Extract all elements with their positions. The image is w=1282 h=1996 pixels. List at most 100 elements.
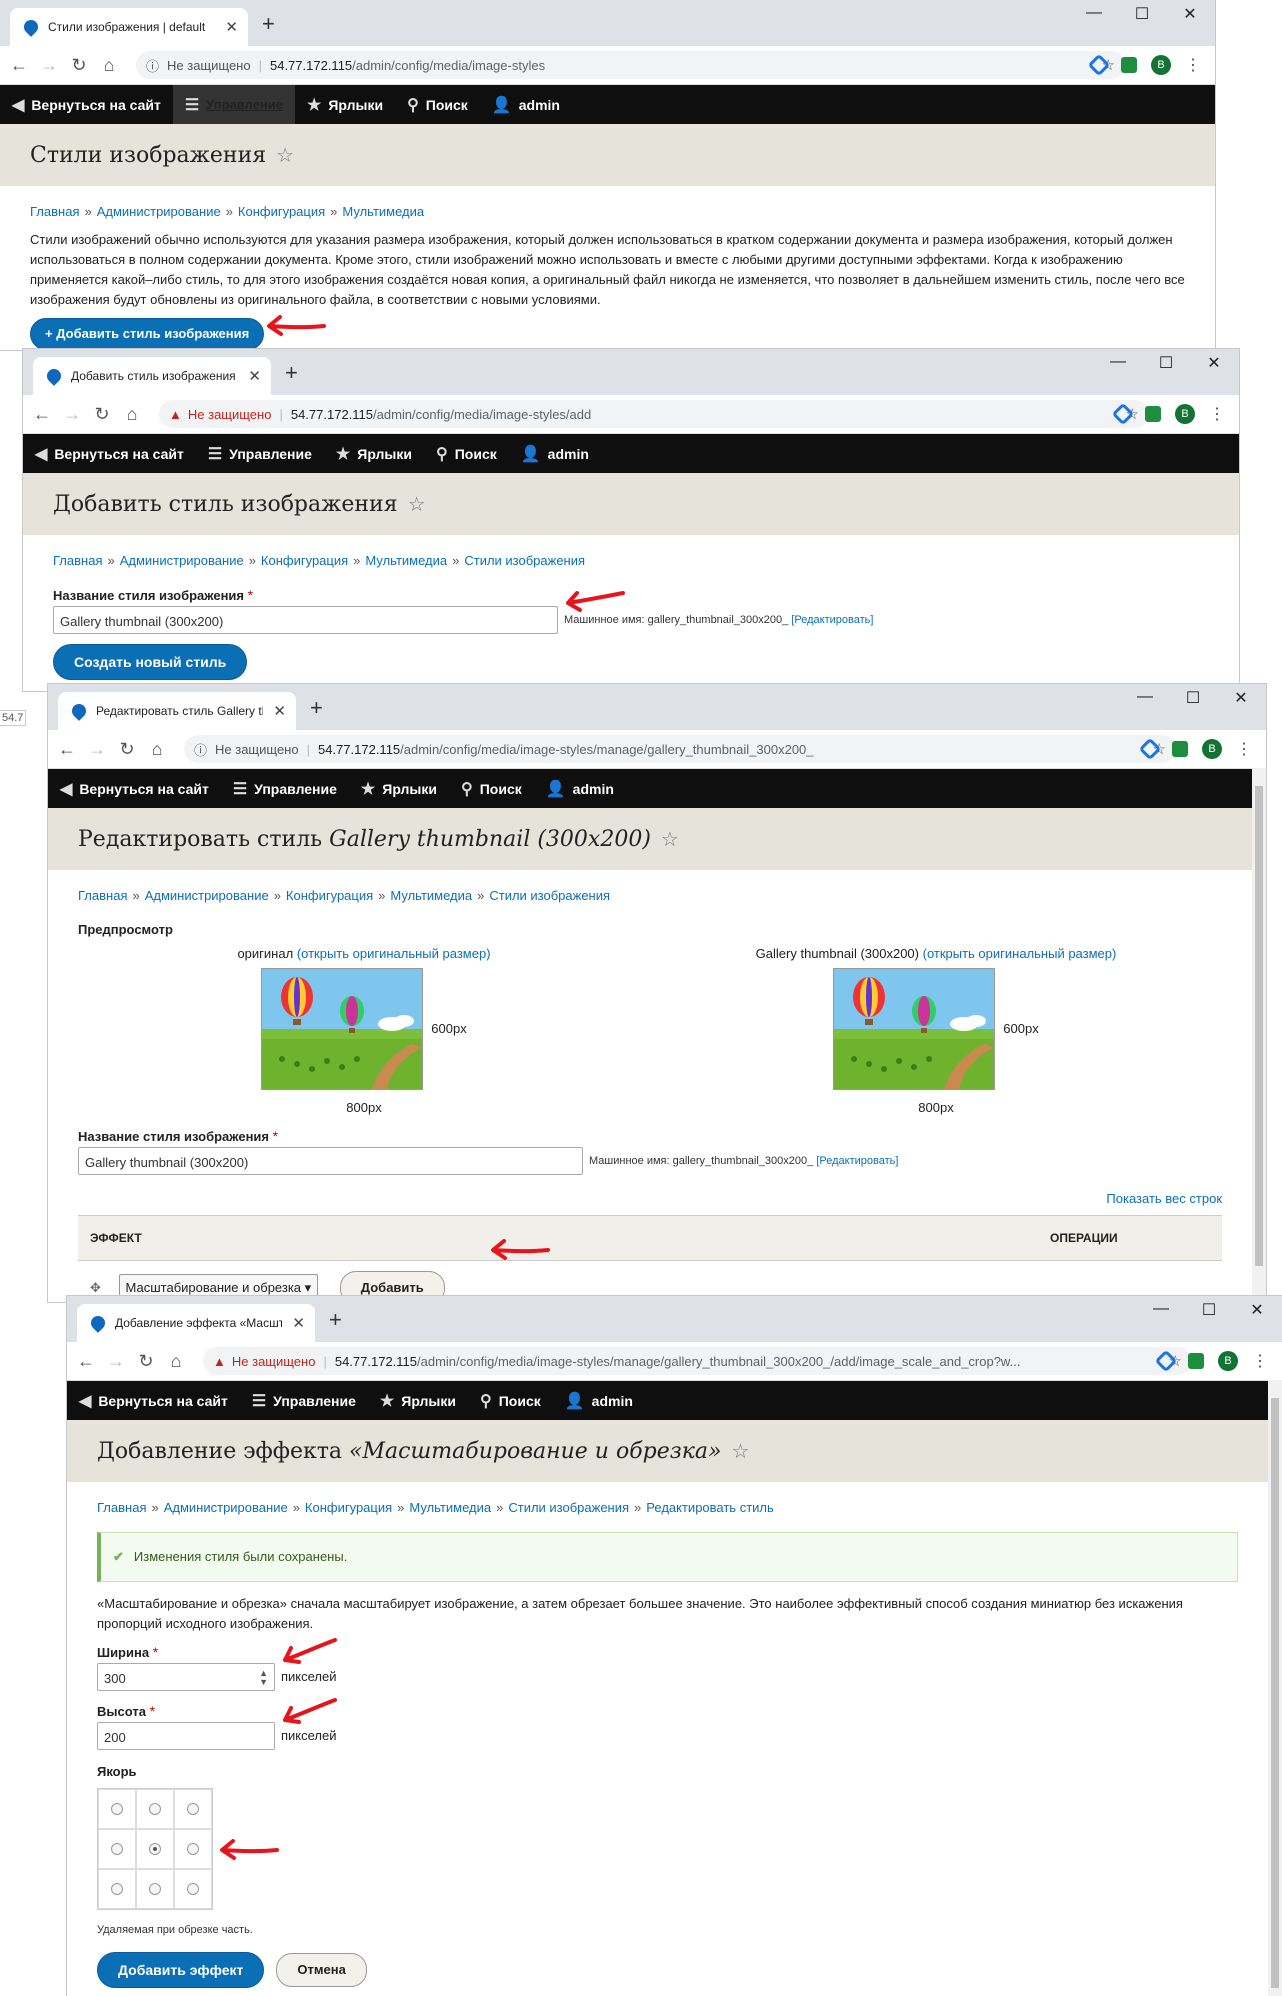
new-tab-icon[interactable]: + bbox=[329, 1307, 342, 1333]
favorite-star-icon[interactable]: ☆ bbox=[276, 143, 294, 167]
new-tab-icon[interactable]: + bbox=[310, 695, 323, 721]
toolbar-back-to-site[interactable]: ◀ Вернуться на сайт bbox=[0, 85, 173, 124]
back-icon[interactable]: ← bbox=[27, 404, 57, 425]
minimize-icon[interactable]: — bbox=[1150, 1300, 1172, 1320]
breadcrumb-home[interactable]: Главная bbox=[78, 888, 127, 903]
toolbar-shortcuts[interactable]: ★ Ярлыки bbox=[349, 769, 449, 808]
home-icon[interactable]: ⌂ bbox=[142, 739, 172, 760]
anchor-left-center-radio[interactable] bbox=[111, 1843, 123, 1855]
tab-close-icon[interactable]: ✕ bbox=[292, 1314, 305, 1332]
height-input[interactable]: 200 bbox=[97, 1722, 275, 1750]
warning-icon[interactable]: ▲ bbox=[213, 1354, 226, 1369]
favorite-star-icon[interactable]: ☆ bbox=[731, 1439, 749, 1463]
cancel-button[interactable]: Отмена bbox=[276, 1953, 367, 1987]
style-name-input[interactable]: Gallery thumbnail (300x200) bbox=[53, 606, 558, 634]
toolbar-back-to-site[interactable]: ◀ Вернуться на сайт bbox=[67, 1381, 240, 1420]
preview-image-thumbnail[interactable] bbox=[833, 968, 996, 1090]
minimize-icon[interactable]: — bbox=[1107, 353, 1129, 373]
back-icon[interactable]: ← bbox=[4, 55, 34, 76]
open-original-link[interactable]: (открыть оригинальный размер) bbox=[297, 946, 491, 961]
anchor-right-top-radio[interactable] bbox=[187, 1803, 199, 1815]
tab-close-icon[interactable]: ✕ bbox=[248, 367, 261, 385]
breadcrumb-admin[interactable]: Администрирование bbox=[120, 553, 244, 568]
breadcrumb-home[interactable]: Главная bbox=[97, 1500, 146, 1515]
warning-icon[interactable]: ▲ bbox=[169, 407, 182, 422]
toolbar-search[interactable]: ⚲ Поиск bbox=[449, 769, 534, 808]
spinner-icon[interactable]: ▲ ▼ bbox=[259, 1669, 268, 1687]
toolbar-search[interactable]: ⚲ Поиск bbox=[468, 1381, 553, 1420]
toolbar-manage[interactable]: ☰ Управление bbox=[221, 769, 349, 808]
anchor-right-bottom-radio[interactable] bbox=[187, 1883, 199, 1895]
favorite-star-icon[interactable]: ☆ bbox=[661, 827, 679, 851]
new-tab-icon[interactable]: + bbox=[262, 11, 275, 37]
breadcrumb-admin[interactable]: Администрирование bbox=[164, 1500, 288, 1515]
maximize-icon[interactable]: ☐ bbox=[1155, 353, 1177, 373]
favorite-star-icon[interactable]: ☆ bbox=[408, 492, 426, 516]
toolbar-shortcuts[interactable]: ★ Ярлыки bbox=[368, 1381, 468, 1420]
new-tab-icon[interactable]: + bbox=[285, 360, 298, 386]
breadcrumb-media[interactable]: Мультимедиа bbox=[365, 553, 447, 568]
forward-icon[interactable]: → bbox=[57, 404, 87, 425]
toolbar-user[interactable]: 👤 admin bbox=[534, 769, 626, 808]
breadcrumb-admin[interactable]: Администрирование bbox=[97, 204, 221, 219]
toolbar-user[interactable]: 👤 admin bbox=[509, 434, 601, 473]
forward-icon[interactable]: → bbox=[101, 1351, 131, 1372]
breadcrumb-config[interactable]: Конфигурация bbox=[305, 1500, 392, 1515]
extension-icon[interactable] bbox=[1138, 737, 1162, 761]
profile-avatar[interactable]: B bbox=[1218, 1351, 1238, 1371]
add-image-style-button[interactable]: + Добавить стиль изображения bbox=[30, 318, 265, 350]
add-effect-submit-button[interactable]: Добавить эффект bbox=[97, 1952, 265, 1988]
close-window-icon[interactable]: ✕ bbox=[1179, 4, 1201, 24]
info-icon[interactable]: ⓘ bbox=[194, 740, 207, 759]
breadcrumb-home[interactable]: Главная bbox=[30, 204, 79, 219]
toolbar-user[interactable]: 👤 admin bbox=[480, 85, 572, 124]
home-icon[interactable]: ⌂ bbox=[161, 1351, 191, 1372]
minimize-icon[interactable]: — bbox=[1134, 688, 1156, 708]
open-original-link[interactable]: (открыть оригинальный размер) bbox=[923, 946, 1117, 961]
menu-kebab-icon[interactable]: ⋮ bbox=[1209, 404, 1225, 424]
breadcrumb-config[interactable]: Конфигурация bbox=[261, 553, 348, 568]
scrollbar[interactable] bbox=[1252, 768, 1266, 1302]
omnibox[interactable]: ⓘ Не защищено | 54.77.172.115/admin/conf… bbox=[184, 735, 1176, 763]
menu-kebab-icon[interactable]: ⋮ bbox=[1185, 55, 1201, 75]
breadcrumb-edit-style[interactable]: Редактировать стиль bbox=[646, 1500, 774, 1515]
anchor-left-top-radio[interactable] bbox=[111, 1803, 123, 1815]
scrollbar[interactable] bbox=[1268, 1380, 1282, 1996]
url-text[interactable]: 54.77.172.115/admin/config/media/image-s… bbox=[291, 407, 1126, 422]
maximize-icon[interactable]: ☐ bbox=[1182, 688, 1204, 708]
breadcrumb-image-styles[interactable]: Стили изображения bbox=[489, 888, 610, 903]
breadcrumb-image-styles[interactable]: Стили изображения bbox=[508, 1500, 629, 1515]
omnibox[interactable]: ▲ Не защищено | 54.77.172.115/admin/conf… bbox=[203, 1347, 1192, 1375]
url-text[interactable]: 54.77.172.115/admin/config/media/image-s… bbox=[335, 1354, 1169, 1369]
menu-kebab-icon[interactable]: ⋮ bbox=[1252, 1351, 1268, 1371]
omnibox[interactable]: ▲ Не защищено | 54.77.172.115/admin/conf… bbox=[159, 400, 1149, 428]
extension-icon[interactable] bbox=[1188, 1353, 1204, 1369]
profile-avatar[interactable]: B bbox=[1151, 55, 1171, 75]
close-window-icon[interactable]: ✕ bbox=[1230, 688, 1252, 708]
edit-machine-name-link[interactable]: [Редактировать] bbox=[791, 614, 873, 626]
close-window-icon[interactable]: ✕ bbox=[1246, 1300, 1268, 1320]
omnibox[interactable]: ⓘ Не защищено | 54.77.172.115/admin/conf… bbox=[136, 51, 1125, 79]
reload-icon[interactable]: ↻ bbox=[87, 404, 117, 425]
toolbar-manage[interactable]: ☰ Управление bbox=[196, 434, 324, 473]
back-icon[interactable]: ← bbox=[71, 1351, 101, 1372]
minimize-icon[interactable]: — bbox=[1083, 4, 1105, 24]
breadcrumb-image-styles[interactable]: Стили изображения bbox=[464, 553, 585, 568]
reload-icon[interactable]: ↻ bbox=[64, 55, 94, 76]
drag-handle-icon[interactable]: ✥ bbox=[90, 1280, 101, 1295]
toolbar-shortcuts[interactable]: ★ Ярлыки bbox=[295, 85, 395, 124]
browser-tab[interactable]: Добавление эффекта «Масштаб ✕ bbox=[77, 1304, 315, 1342]
preview-image-original[interactable] bbox=[261, 968, 424, 1090]
close-window-icon[interactable]: ✕ bbox=[1203, 353, 1225, 373]
url-text[interactable]: 54.77.172.115/admin/config/media/image-s… bbox=[318, 742, 1153, 757]
extension-icon[interactable] bbox=[1121, 57, 1137, 73]
anchor-right-center-radio[interactable] bbox=[187, 1843, 199, 1855]
toolbar-search[interactable]: ⚲ Поиск bbox=[395, 85, 480, 124]
menu-kebab-icon[interactable]: ⋮ bbox=[1236, 739, 1252, 759]
maximize-icon[interactable]: ☐ bbox=[1198, 1300, 1220, 1320]
breadcrumb-config[interactable]: Конфигурация bbox=[238, 204, 325, 219]
toolbar-shortcuts[interactable]: ★ Ярлыки bbox=[324, 434, 424, 473]
home-icon[interactable]: ⌂ bbox=[117, 404, 147, 425]
breadcrumb-media[interactable]: Мультимедиа bbox=[342, 204, 424, 219]
toolbar-manage[interactable]: ☰ Управление bbox=[240, 1381, 368, 1420]
